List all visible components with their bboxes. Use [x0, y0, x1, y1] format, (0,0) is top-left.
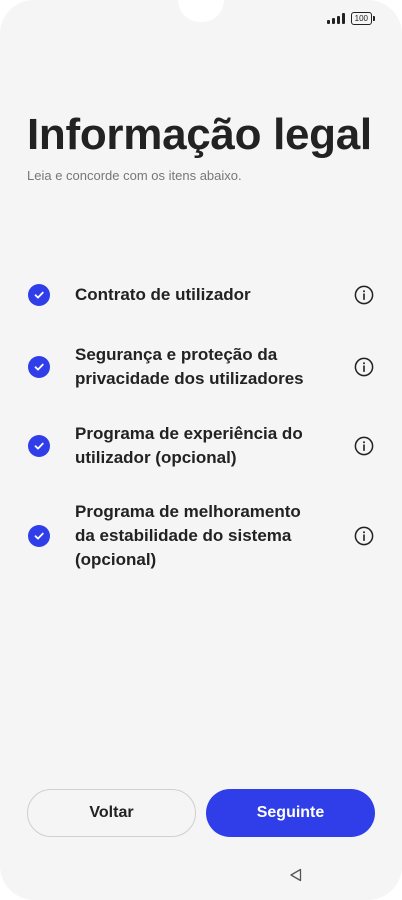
legal-item-label: Segurança e proteção da privacidade dos … [75, 345, 304, 388]
nav-back-icon[interactable] [288, 867, 304, 883]
checkbox-checked[interactable] [28, 356, 50, 378]
check-icon [34, 532, 44, 540]
legal-item-user-agreement[interactable]: Contrato de utilizador [28, 283, 374, 307]
back-button[interactable]: Voltar [27, 789, 196, 837]
check-icon [34, 363, 44, 371]
next-button[interactable]: Seguinte [206, 789, 375, 837]
signal-icon [326, 13, 345, 24]
legal-item-label: Contrato de utilizador [75, 285, 251, 304]
page-title: Informação legal [27, 110, 372, 159]
setup-screen: 100 Informação legal Leia e concorde com… [0, 0, 402, 900]
battery-level: 100 [354, 13, 368, 23]
checkbox-checked[interactable] [28, 435, 50, 457]
page-subtitle: Leia e concorde com os itens abaixo. [27, 168, 242, 183]
info-icon[interactable] [354, 436, 374, 456]
camera-notch [178, 0, 224, 22]
status-bar: 100 [326, 12, 376, 25]
checkbox-checked[interactable] [28, 284, 50, 306]
info-icon[interactable] [354, 526, 374, 546]
info-icon[interactable] [354, 285, 374, 305]
battery-icon: 100 [350, 12, 376, 25]
check-icon [34, 291, 44, 299]
legal-item-label: Programa de experiência do utilizador (o… [75, 424, 303, 467]
legal-item-experience-program[interactable]: Programa de experiência do utilizador (o… [28, 422, 374, 470]
legal-item-label: Programa de melhoramento da estabilidade… [75, 502, 301, 569]
legal-item-privacy[interactable]: Segurança e proteção da privacidade dos … [28, 343, 374, 391]
legal-item-stability-program[interactable]: Programa de melhoramento da estabilidade… [28, 500, 374, 572]
checkbox-checked[interactable] [28, 525, 50, 547]
check-icon [34, 442, 44, 450]
info-icon[interactable] [354, 357, 374, 377]
